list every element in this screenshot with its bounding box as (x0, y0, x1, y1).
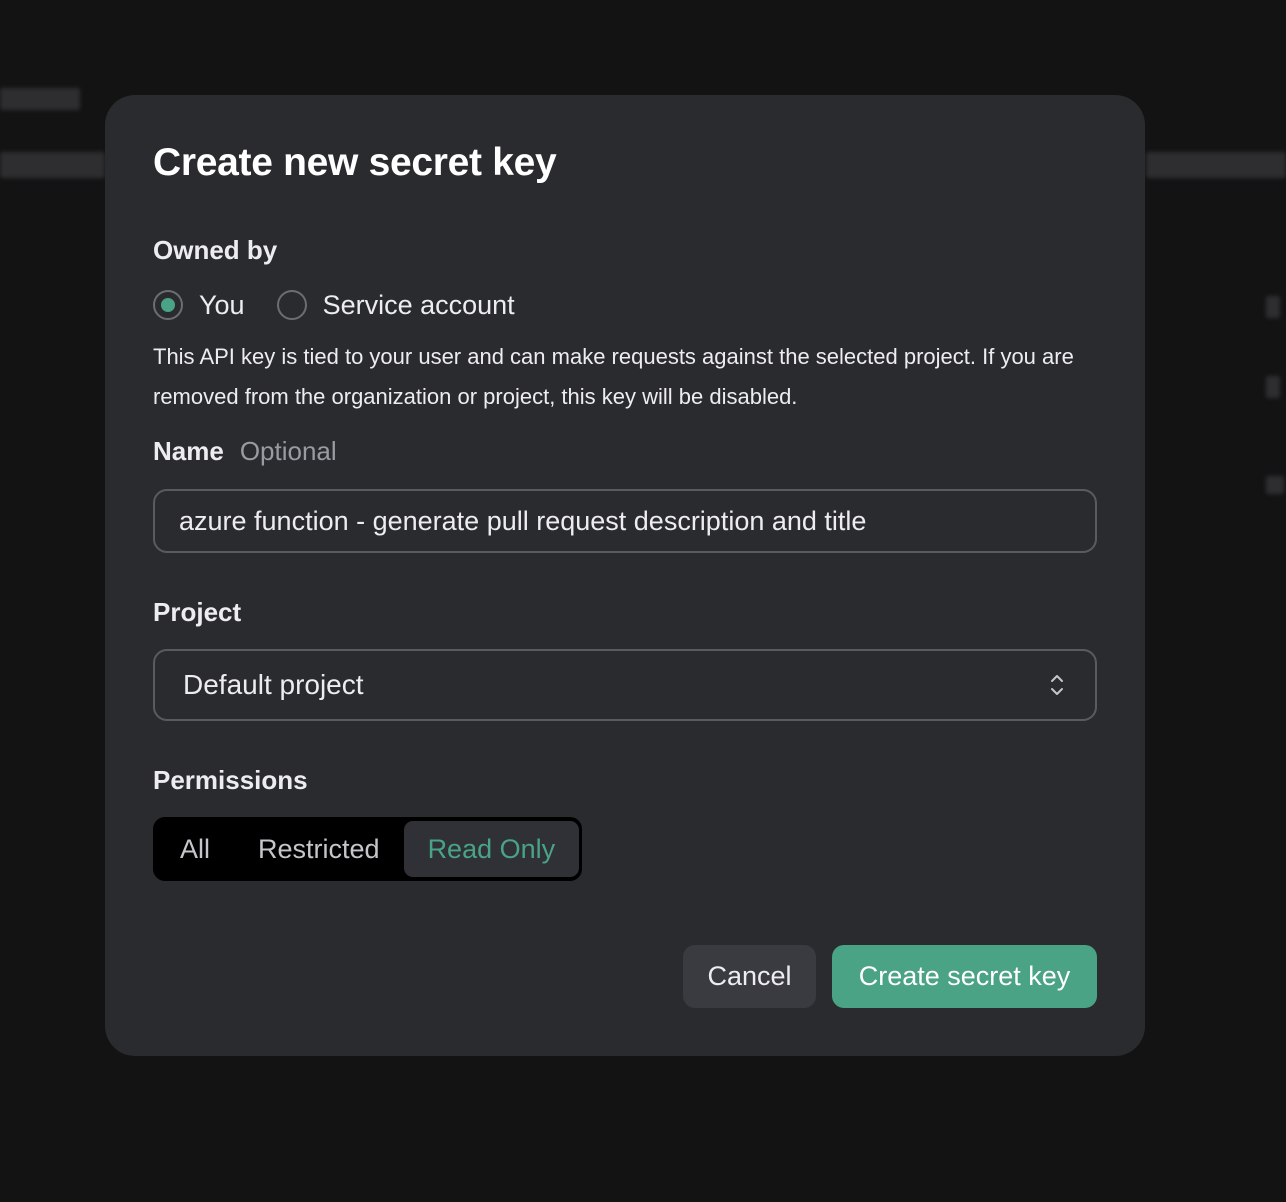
blurred-background-text (1266, 296, 1280, 318)
name-input[interactable] (153, 489, 1097, 553)
project-select[interactable]: Default project (153, 649, 1097, 721)
name-optional-hint: Optional (239, 436, 337, 466)
radio-service-account-label[interactable]: Service account (323, 290, 515, 321)
owned-by-radio-group: You Service account (153, 287, 547, 323)
project-selected-value: Default project (183, 669, 364, 700)
cancel-button[interactable]: Cancel (683, 945, 816, 1008)
dialog-title: Create new secret key (153, 141, 557, 184)
blurred-background-text (1266, 376, 1280, 398)
blurred-background-text (1146, 152, 1286, 178)
permission-restricted-option[interactable]: Restricted (234, 821, 404, 877)
radio-service-account[interactable] (276, 290, 307, 320)
owned-by-description: This API key is tied to your user and ca… (153, 344, 1074, 409)
permissions-label: Permissions (153, 765, 308, 795)
create-secret-key-dialog: Create new secret key Owned by You Servi… (105, 95, 1145, 1056)
blurred-background-text (0, 88, 80, 110)
blurred-background-text (1266, 476, 1284, 494)
permissions-segmented-control: All Restricted Read Only (153, 817, 583, 881)
permission-all-option[interactable]: All (156, 821, 234, 877)
radio-you[interactable] (153, 290, 183, 320)
blurred-background-text (0, 152, 105, 178)
create-secret-key-button[interactable]: Create secret key (832, 945, 1097, 1008)
name-label-row: Name Optional (153, 436, 337, 467)
owned-by-label: Owned by (153, 235, 278, 265)
name-label: Name (153, 436, 224, 466)
radio-selected-dot (161, 298, 175, 312)
chevron-up-down-icon (1051, 675, 1063, 695)
project-label: Project (153, 597, 242, 627)
radio-you-label[interactable]: You (199, 290, 245, 321)
permission-read-only-option[interactable]: Read Only (403, 821, 580, 877)
